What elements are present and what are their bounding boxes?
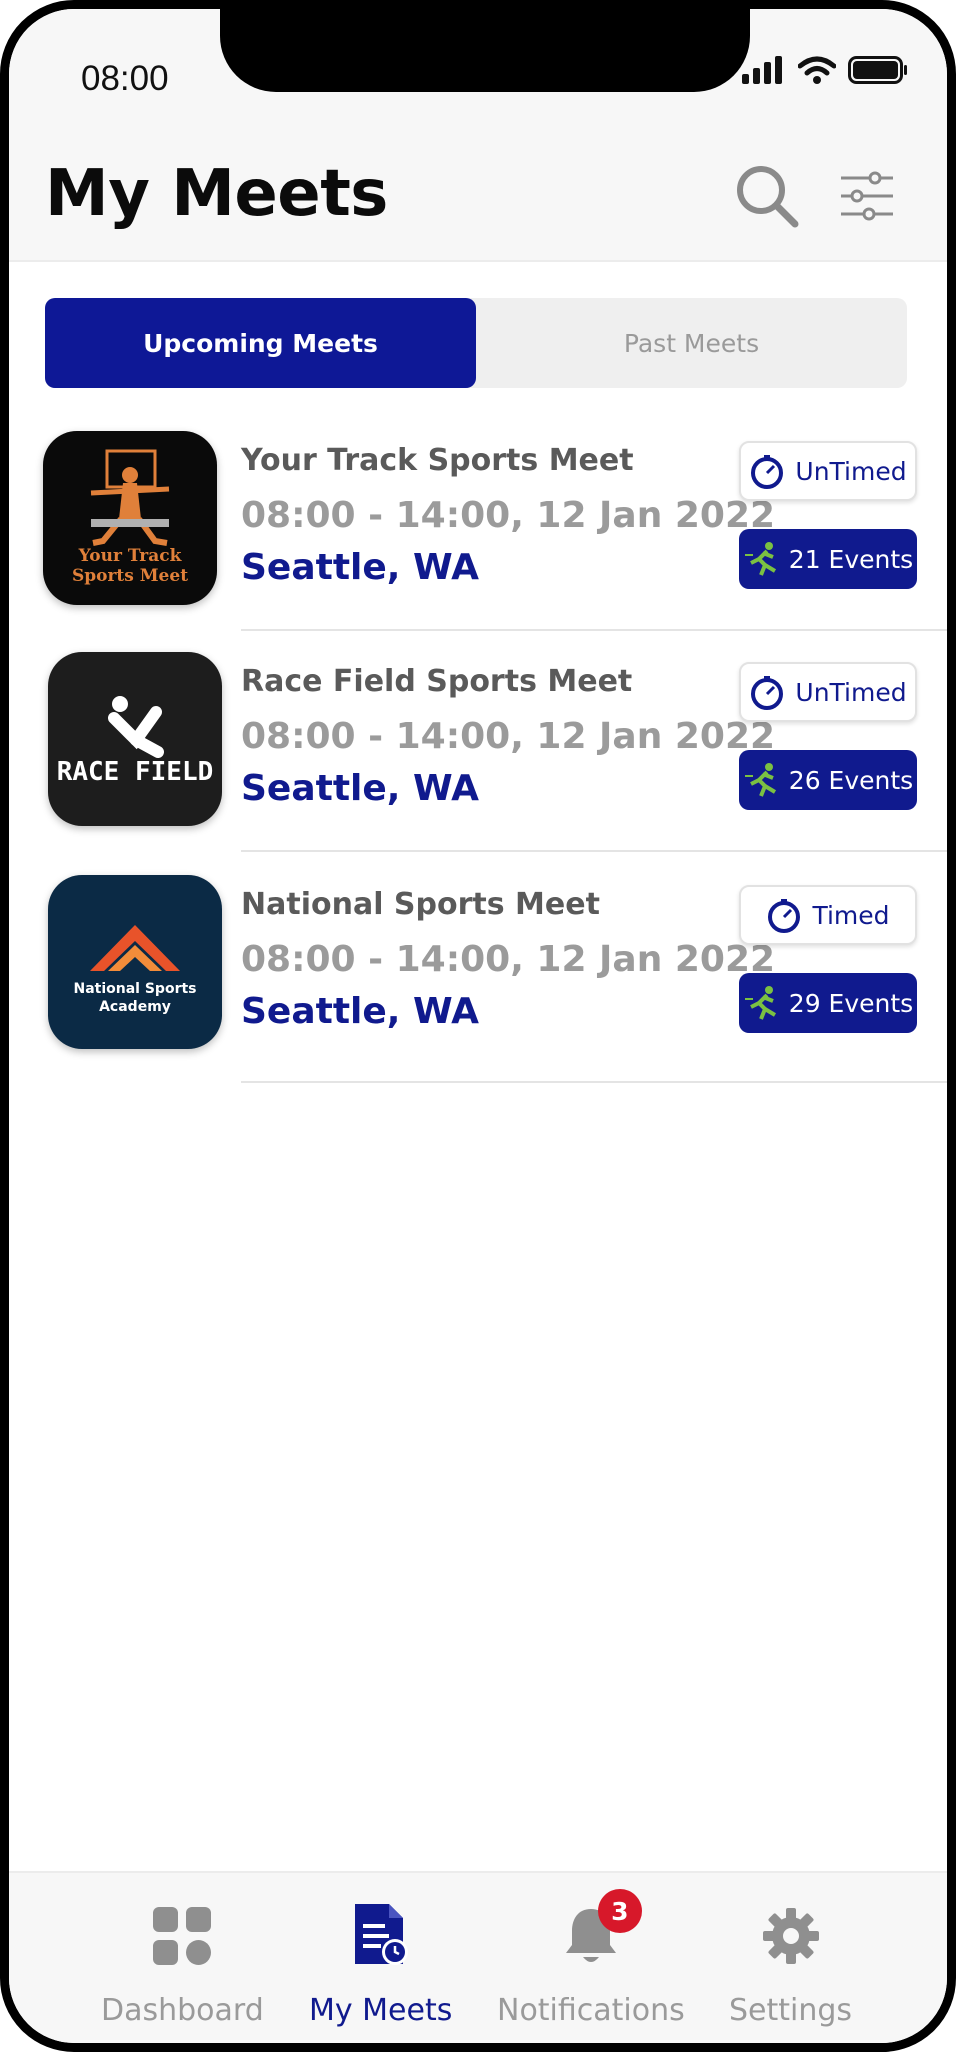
search-icon [737, 166, 799, 228]
svg-text:Academy: Academy [99, 999, 171, 1015]
meet-time: 08:00 - 14:00, 12 Jan 2022 [241, 716, 776, 757]
stopwatch-icon [768, 899, 801, 933]
svg-text:Your Track: Your Track [78, 546, 183, 566]
meet-time: 08:00 - 14:00, 12 Jan 2022 [241, 939, 776, 980]
timing-label: UnTimed [795, 456, 907, 486]
runner-icon [744, 763, 776, 797]
meet-card[interactable]: National Sports Academy National Sports … [9, 875, 947, 1095]
meet-name: National Sports Meet [241, 887, 600, 922]
events-badge[interactable]: 21 Events [739, 529, 917, 589]
stopwatch-icon [751, 676, 784, 710]
tab-upcoming-meets[interactable]: Upcoming Meets [45, 298, 476, 388]
nav-my-meets-label: My Meets [309, 1993, 453, 2028]
events-badge[interactable]: 26 Events [739, 750, 917, 810]
timing-badge: Timed [739, 885, 917, 945]
meet-time: 08:00 - 14:00, 12 Jan 2022 [241, 495, 776, 536]
notification-badge: 3 [597, 1889, 642, 1933]
wifi-icon [798, 56, 836, 84]
nav-settings-label: Settings [729, 1993, 853, 2028]
meet-logo: Your Track Sports Meet [43, 431, 217, 605]
divider [241, 629, 947, 631]
filter-button[interactable] [832, 161, 902, 231]
meet-location: Seattle, WA [241, 768, 479, 809]
phone-frame: 08:00 My Meets Upcoming Meets Past Meets… [0, 0, 956, 2052]
nav-notifications-label: Notifications [497, 1993, 685, 2028]
runner-icon [744, 986, 776, 1020]
filter-sliders-icon [841, 171, 893, 221]
events-label: 29 Events [788, 988, 914, 1018]
nav-notifications[interactable]: 3 Notifications [497, 1889, 685, 2028]
events-label: 26 Events [788, 765, 914, 795]
svg-text:RACE FIELD: RACE FIELD [57, 757, 214, 787]
divider [241, 850, 947, 852]
nav-dashboard-label: Dashboard [101, 1993, 264, 2028]
notch [220, 9, 750, 92]
svg-text:National Sports: National Sports [73, 981, 196, 997]
events-badge[interactable]: 29 Events [739, 973, 917, 1033]
search-button[interactable] [732, 161, 802, 231]
timing-badge: UnTimed [739, 441, 917, 501]
nav-my-meets[interactable]: My Meets [309, 1901, 452, 2028]
nav-settings[interactable]: Settings [729, 1901, 852, 2028]
meet-logo: National Sports Academy [48, 875, 222, 1049]
status-icons [742, 56, 908, 84]
meet-name: Race Field Sports Meet [241, 664, 633, 699]
battery-icon [848, 56, 907, 84]
svg-text:Sports Meet: Sports Meet [72, 566, 188, 586]
divider [241, 1081, 947, 1083]
gear-icon [762, 1908, 819, 1964]
meet-location: Seattle, WA [241, 991, 479, 1032]
status-time: 08:00 [81, 59, 169, 98]
page-title: My Meets [45, 157, 388, 231]
bottom-nav: Dashboard My Meets 3 Notifications Setti… [9, 1871, 947, 2043]
events-label: 21 Events [788, 544, 914, 574]
meet-name: Your Track Sports Meet [241, 443, 634, 478]
stopwatch-icon [751, 455, 784, 489]
runner-icon [744, 542, 776, 576]
timing-label: Timed [812, 900, 890, 930]
my-meets-icon [354, 1904, 408, 1965]
nav-dashboard[interactable]: Dashboard [101, 1901, 264, 2028]
meet-logo: RACE FIELD [48, 652, 222, 826]
tab-past-meets[interactable]: Past Meets [476, 298, 907, 388]
meet-card[interactable]: Your Track Sports Meet Your Track Sports… [9, 431, 947, 651]
meet-location: Seattle, WA [241, 547, 479, 588]
dashboard-icon [153, 1907, 212, 1965]
timing-label: UnTimed [795, 677, 907, 707]
meet-card[interactable]: RACE FIELD Race Field Sports Meet 08:00 … [9, 652, 947, 872]
timing-badge: UnTimed [739, 662, 917, 722]
signal-icon [742, 56, 782, 84]
meets-tabs: Upcoming Meets Past Meets [45, 298, 907, 388]
